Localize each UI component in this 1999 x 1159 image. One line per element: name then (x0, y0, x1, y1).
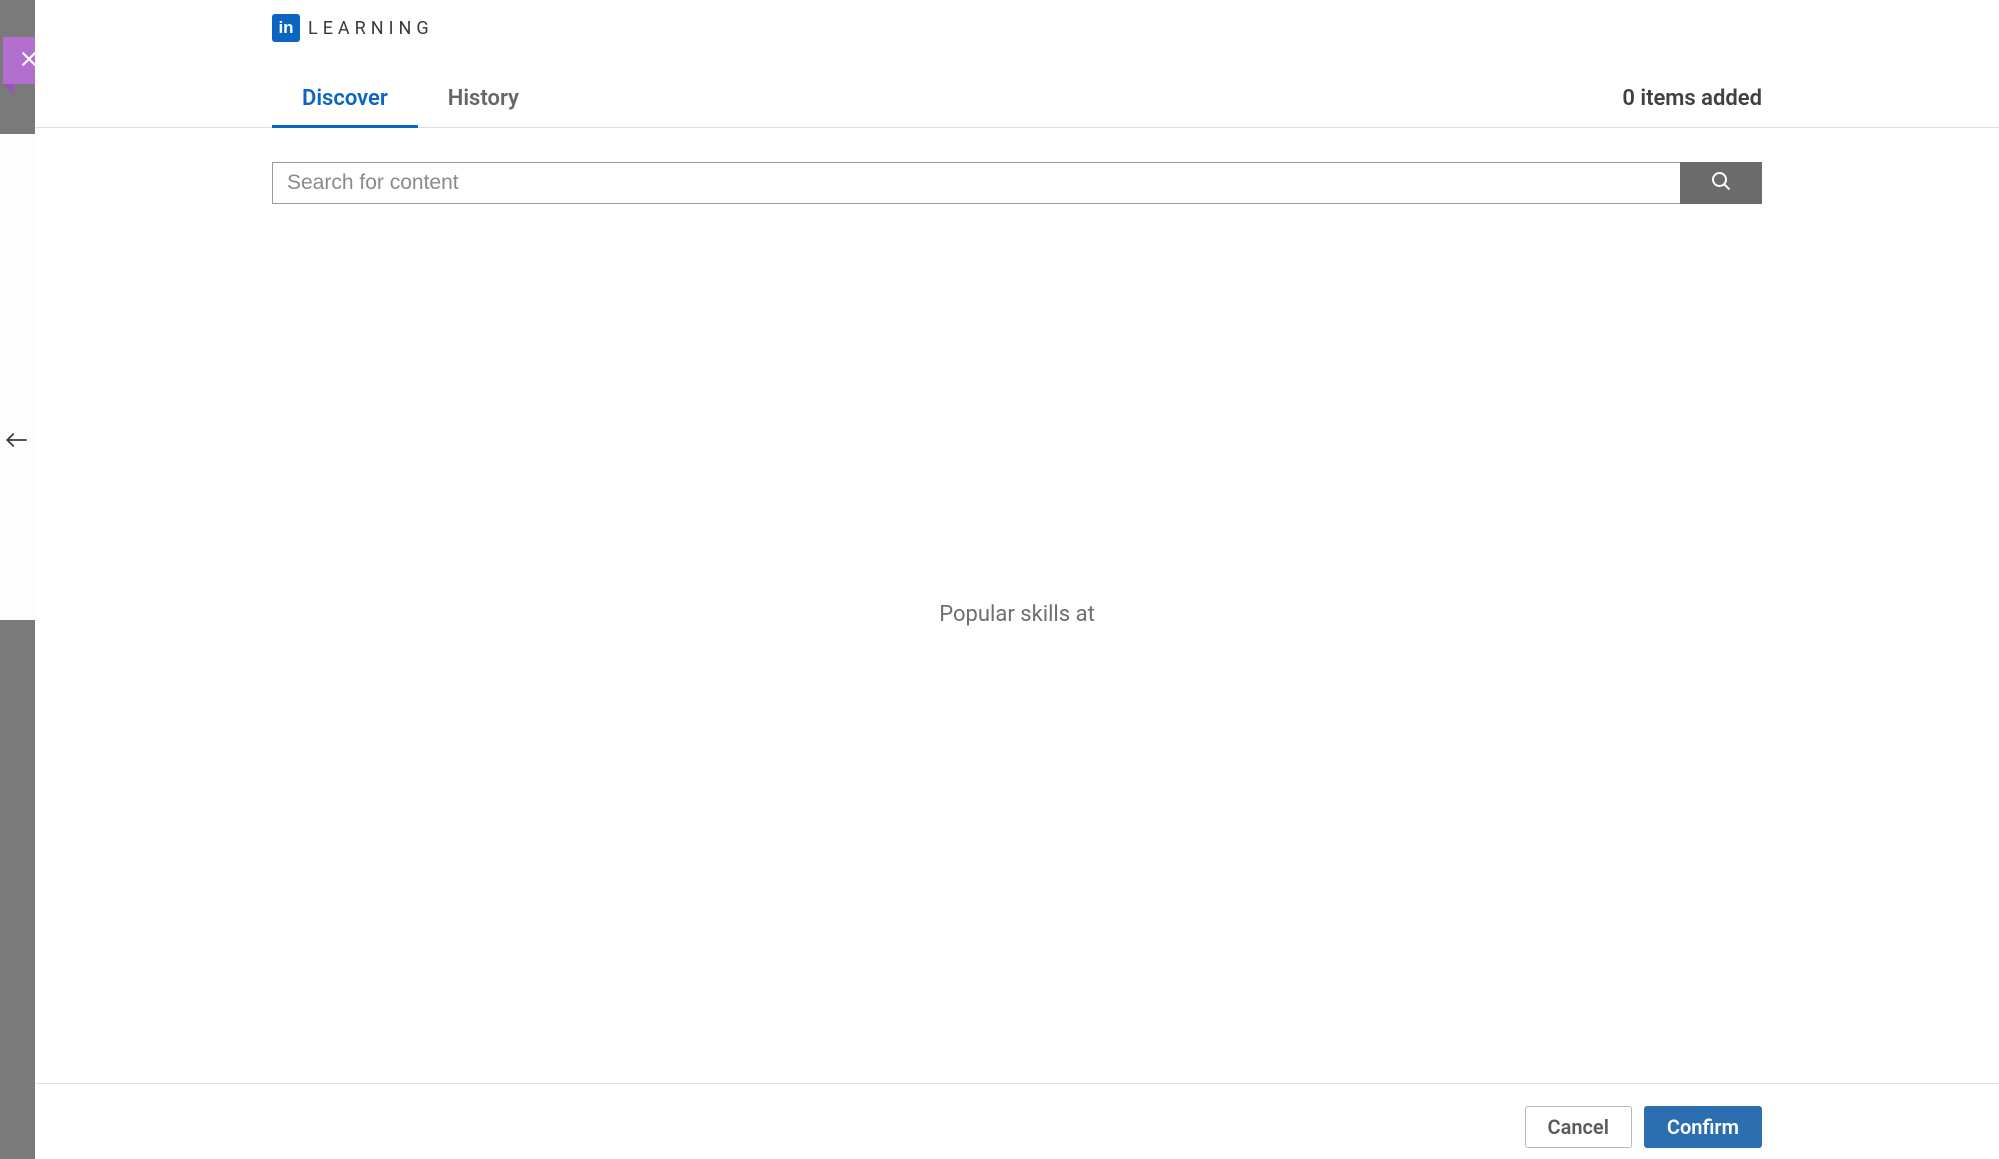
brand-logo-text: LEARNING (308, 18, 434, 39)
linkedin-logo-mark: in (272, 14, 300, 42)
content-picker-modal: in LEARNING Discover History 0 items add… (35, 0, 1999, 1159)
search-icon (1709, 169, 1733, 197)
search-input[interactable] (272, 162, 1680, 204)
content-body: Popular skills at (35, 204, 1999, 1083)
brand-logo: in LEARNING (35, 0, 1999, 42)
close-tag-tail (3, 84, 14, 95)
search-button[interactable] (1680, 162, 1762, 204)
confirm-button[interactable]: Confirm (1644, 1106, 1762, 1148)
tabs: Discover History (272, 86, 549, 127)
tab-bar: Discover History 0 items added (35, 76, 1999, 128)
tab-discover[interactable]: Discover (272, 86, 418, 127)
backdrop-panel-strip (0, 134, 35, 620)
back-arrow-icon (4, 427, 30, 453)
cancel-button[interactable]: Cancel (1525, 1106, 1632, 1148)
popular-skills-heading: Popular skills at (939, 602, 1095, 627)
modal-footer: Cancel Confirm (35, 1083, 1999, 1159)
tab-history[interactable]: History (418, 86, 549, 127)
search-bar (35, 128, 1999, 204)
items-added-count: 0 items added (1622, 86, 1762, 127)
